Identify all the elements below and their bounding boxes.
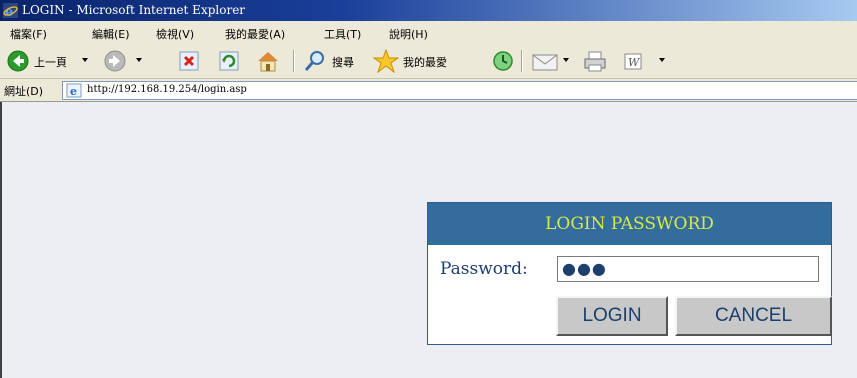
search-label: 搜尋 — [332, 56, 354, 69]
back-icon — [7, 50, 29, 72]
address-input[interactable]: e http://192.168.19.254/login.asp — [62, 81, 857, 100]
title-bar: e LOGIN - Microsoft Internet Explorer — [0, 0, 857, 21]
favorites-icon — [373, 49, 399, 73]
home-button[interactable] — [255, 49, 281, 73]
print-button[interactable] — [583, 49, 607, 73]
history-icon — [493, 51, 513, 71]
search-icon — [304, 51, 324, 71]
favorites-button[interactable]: 我的最愛 — [373, 49, 457, 73]
chevron-down-icon[interactable] — [136, 58, 142, 62]
page-content: LOGIN PASSWORD Password: ●●● LOGIN CANCE… — [0, 102, 857, 378]
chevron-down-icon[interactable] — [563, 58, 569, 62]
history-button[interactable] — [491, 49, 515, 73]
favorites-label: 我的最愛 — [403, 56, 447, 69]
password-label: Password: — [440, 259, 528, 279]
menu-bar: 檔案(F) 編輯(E) 檢視(V) 我的最愛(A) 工具(T) 說明(H) — [0, 21, 857, 46]
svg-text:e: e — [70, 85, 77, 98]
chevron-down-icon[interactable] — [82, 58, 88, 62]
page-icon: e — [66, 83, 82, 98]
refresh-icon — [219, 51, 239, 71]
menu-edit[interactable]: 編輯(E) — [92, 26, 130, 42]
chevron-down-icon[interactable] — [659, 58, 665, 62]
cancel-button[interactable]: CANCEL — [675, 296, 832, 336]
stop-icon — [179, 51, 199, 71]
address-url: http://192.168.19.254/login.asp — [87, 84, 247, 95]
menu-favorites[interactable]: 我的最愛(A) — [225, 26, 285, 42]
forward-icon — [104, 50, 126, 72]
ie-icon: e — [3, 3, 18, 18]
edit-icon: W — [624, 53, 642, 70]
back-label: 上一頁 — [34, 56, 67, 69]
home-icon — [258, 52, 278, 72]
toolbar-separator — [293, 50, 295, 72]
menu-view[interactable]: 檢視(V) — [156, 26, 194, 42]
login-header: LOGIN PASSWORD — [428, 203, 831, 245]
address-label: 網址(D) — [4, 85, 44, 98]
mail-icon — [532, 54, 558, 71]
stop-button[interactable] — [177, 49, 201, 73]
search-button[interactable]: 搜尋 — [303, 49, 359, 73]
window-title: LOGIN - Microsoft Internet Explorer — [22, 3, 246, 17]
login-panel: LOGIN PASSWORD Password: ●●● LOGIN CANCE… — [427, 202, 832, 345]
mail-button[interactable] — [531, 49, 573, 73]
menu-tools[interactable]: 工具(T) — [324, 26, 361, 42]
menu-help[interactable]: 說明(H) — [389, 26, 428, 42]
svg-text:W: W — [628, 56, 641, 69]
edit-button[interactable]: W — [621, 49, 669, 73]
forward-button[interactable] — [103, 49, 145, 73]
address-bar: 網址(D) e http://192.168.19.254/login.asp — [0, 79, 857, 102]
toolbar-separator — [521, 50, 523, 72]
print-icon — [584, 51, 606, 72]
login-button[interactable]: LOGIN — [556, 296, 668, 336]
refresh-button[interactable] — [217, 49, 241, 73]
back-button[interactable]: 上一頁 — [6, 49, 94, 73]
toolbar: 上一頁 搜尋 我的最愛 W — [0, 45, 857, 79]
login-title: LOGIN PASSWORD — [545, 214, 714, 234]
password-input[interactable]: ●●● — [557, 256, 819, 282]
menu-file[interactable]: 檔案(F) — [10, 26, 47, 42]
